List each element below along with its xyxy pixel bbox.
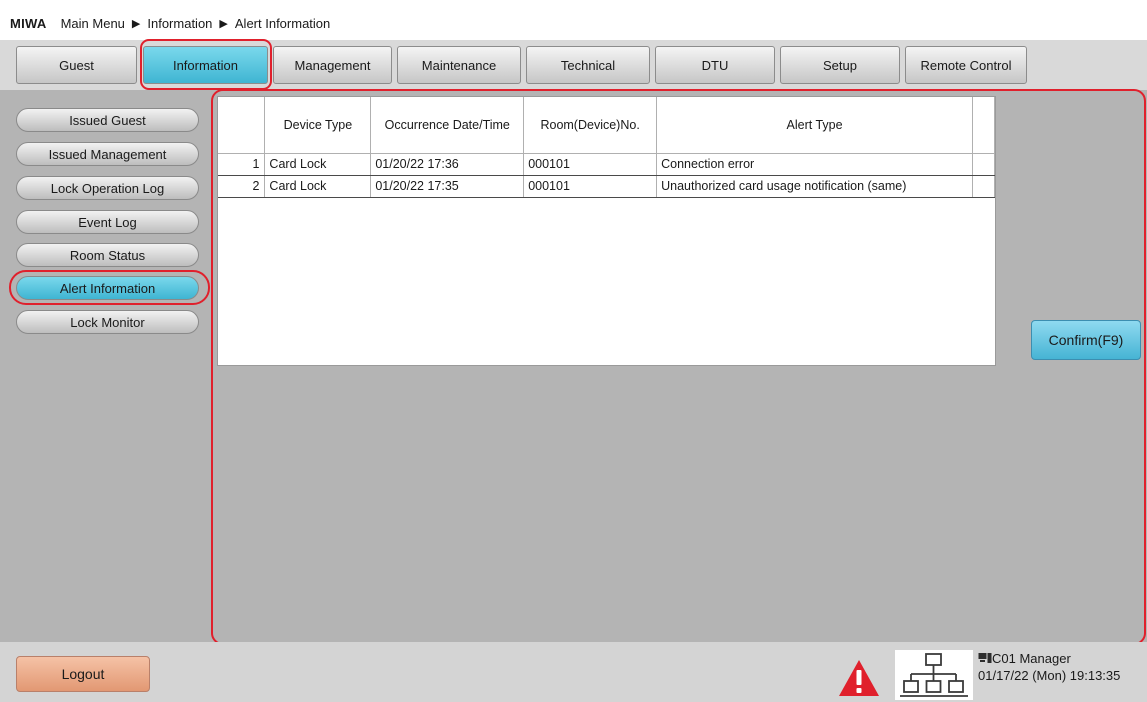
cell-device-type: Card Lock bbox=[264, 175, 372, 198]
tab-technical[interactable]: Technical bbox=[526, 46, 650, 84]
alert-table: Device Type Occurrence Date/Time Room(De… bbox=[217, 96, 996, 366]
breadcrumb-information[interactable]: Information bbox=[147, 16, 212, 31]
cell-occurrence-datetime: 01/20/22 17:35 bbox=[370, 175, 525, 198]
cell-spacer bbox=[972, 175, 996, 198]
sidebar-item-issued-management[interactable]: Issued Management bbox=[16, 142, 199, 166]
logout-button[interactable]: Logout bbox=[16, 656, 150, 692]
cell-alert-type: Connection error bbox=[656, 153, 973, 176]
table-header-row: Device Type Occurrence Date/Time Room(De… bbox=[218, 97, 996, 154]
network-icon[interactable] bbox=[895, 650, 973, 700]
breadcrumb-arrow-icon: ▶ bbox=[131, 17, 141, 30]
sidebar-item-event-log[interactable]: Event Log bbox=[16, 210, 199, 234]
tab-information[interactable]: Information bbox=[143, 46, 268, 84]
alert-grid: Device Type Occurrence Date/Time Room(De… bbox=[218, 97, 996, 198]
column-header-spacer bbox=[972, 97, 996, 154]
sidebar-item-lock-monitor[interactable]: Lock Monitor bbox=[16, 310, 199, 334]
tab-dtu[interactable]: DTU bbox=[655, 46, 775, 84]
cell-spacer bbox=[972, 153, 996, 176]
terminal-user-label: C01 Manager bbox=[992, 651, 1071, 666]
cell-room-device-no: 000101 bbox=[523, 175, 658, 198]
tab-management[interactable]: Management bbox=[273, 46, 392, 84]
brand-logo: MIWA bbox=[10, 15, 47, 31]
column-header-alert-type[interactable]: Alert Type bbox=[656, 97, 973, 154]
breadcrumb-arrow-icon: ▶ bbox=[219, 17, 228, 30]
confirm-button[interactable]: Confirm(F9) bbox=[1031, 320, 1141, 360]
warning-icon[interactable] bbox=[838, 659, 880, 697]
status-bar: Logout C01 Manager 01/17/22 (Mon) 19:13:… bbox=[0, 642, 1147, 702]
sidebar-item-lock-operation-log[interactable]: Lock Operation Log bbox=[16, 176, 199, 200]
column-header-device-type[interactable]: Device Type bbox=[264, 97, 372, 154]
cell-occurrence-datetime: 01/20/22 17:36 bbox=[370, 153, 525, 176]
main-tab-bar: Guest Information Management Maintenance… bbox=[0, 40, 1147, 90]
breadcrumb-alert-information: Alert Information bbox=[234, 15, 331, 31]
row-number: 1 bbox=[218, 153, 266, 176]
sidebar-item-room-status[interactable]: Room Status bbox=[16, 243, 199, 267]
column-header-room-device-no[interactable]: Room(Device)No. bbox=[523, 97, 658, 154]
tab-remote-control[interactable]: Remote Control bbox=[905, 46, 1027, 84]
sidebar-item-issued-guest[interactable]: Issued Guest bbox=[16, 108, 199, 132]
cell-alert-type: Unauthorized card usage notification (sa… bbox=[656, 175, 973, 198]
cell-device-type: Card Lock bbox=[264, 153, 372, 176]
sidebar-item-alert-information[interactable]: Alert Information bbox=[16, 276, 199, 300]
computer-icon bbox=[978, 652, 992, 668]
table-row[interactable]: 2 Card Lock 01/20/22 17:35 000101 Unauth… bbox=[218, 175, 996, 198]
tab-guest[interactable]: Guest bbox=[16, 46, 137, 84]
cell-room-device-no: 000101 bbox=[523, 153, 658, 176]
terminal-status: C01 Manager 01/17/22 (Mon) 19:13:35 bbox=[978, 651, 1120, 684]
breadcrumb-main-menu[interactable]: Main Menu bbox=[61, 16, 125, 31]
status-datetime: 01/17/22 (Mon) 19:13:35 bbox=[978, 668, 1121, 683]
row-number: 2 bbox=[218, 175, 266, 198]
column-header-row-number bbox=[218, 97, 266, 154]
column-header-occurrence-datetime[interactable]: Occurrence Date/Time bbox=[370, 97, 525, 154]
breadcrumb: MIWA Main Menu ▶ Information ▶ Alert Inf… bbox=[10, 14, 330, 32]
tab-maintenance[interactable]: Maintenance bbox=[397, 46, 521, 84]
tab-setup[interactable]: Setup bbox=[780, 46, 900, 84]
table-row[interactable]: 1 Card Lock 01/20/22 17:36 000101 Connec… bbox=[218, 153, 996, 176]
